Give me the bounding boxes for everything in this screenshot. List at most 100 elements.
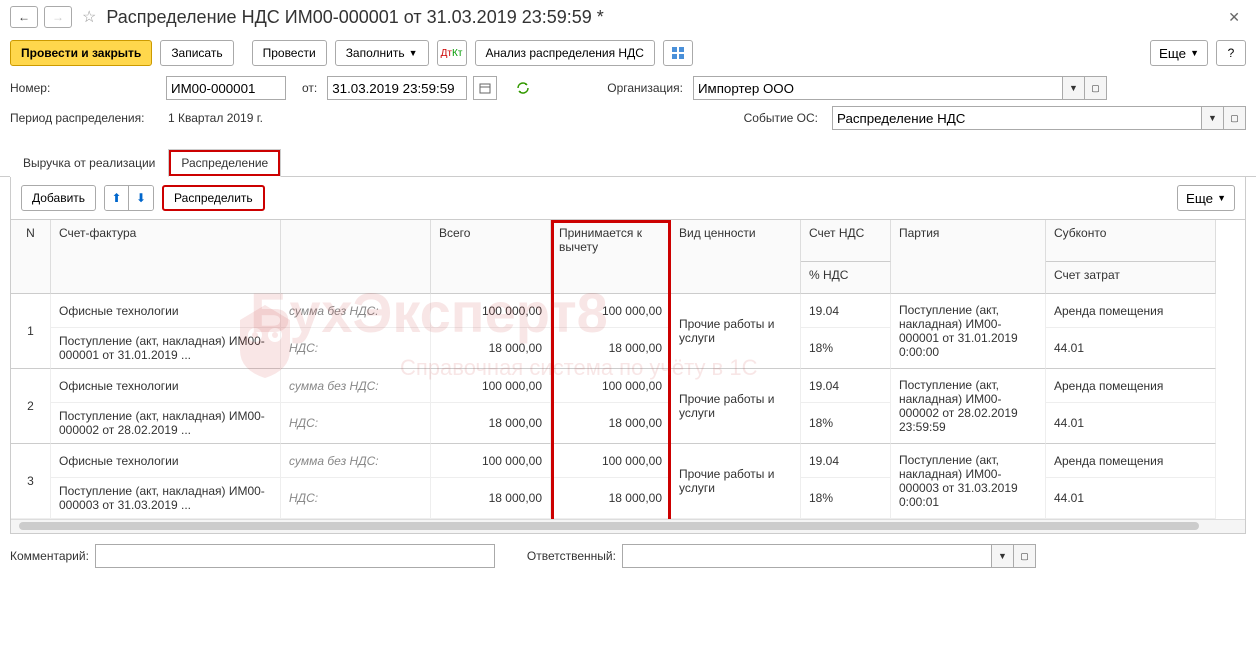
cell-vendor: Офисные технологии [51, 444, 281, 478]
dtkt-button[interactable]: ДтКт [437, 40, 467, 66]
period-value: 1 Квартал 2019 г. [166, 111, 263, 125]
period-label: Период распределения: [10, 111, 160, 125]
col-blank [281, 220, 431, 294]
cell-ded-sum: 100 000,00 [551, 369, 671, 403]
cell-total-vat: 18 000,00 [431, 478, 551, 519]
fill-button[interactable]: Заполнить ▼ [335, 40, 429, 66]
number-input[interactable] [166, 76, 286, 100]
add-button[interactable]: Добавить [21, 185, 96, 211]
help-button[interactable]: ? [1216, 40, 1246, 66]
org-open-icon[interactable]: ▢ [1085, 76, 1107, 100]
cell-vat-account: 19.04 [801, 444, 891, 478]
col-n[interactable]: N [11, 220, 51, 294]
cell-vat-account: 19.04 [801, 369, 891, 403]
horizontal-scrollbar[interactable] [11, 519, 1245, 533]
number-label: Номер: [10, 81, 160, 95]
responsible-dropdown-icon[interactable]: ▼ [992, 544, 1014, 568]
favorite-star-icon[interactable]: ☆ [82, 7, 96, 27]
cell-cost-account: 44.01 [1046, 478, 1216, 519]
distribute-button[interactable]: Распределить [162, 185, 265, 211]
cell-n: 1 [11, 294, 51, 369]
cell-vendor: Офисные технологии [51, 294, 281, 328]
org-input[interactable] [693, 76, 1063, 100]
cell-vat-label: НДС: [281, 403, 431, 444]
cell-total-sum: 100 000,00 [431, 444, 551, 478]
cell-vat-label: НДС: [281, 478, 431, 519]
cell-batch: Поступление (акт, накладная) ИМ00-000002… [891, 369, 1046, 444]
col-subconto[interactable]: Субконто [1046, 220, 1216, 262]
cell-ded-vat: 18 000,00 [551, 328, 671, 369]
cell-vat-pct: 18% [801, 328, 891, 369]
sync-icon[interactable] [511, 76, 535, 100]
cell-ded-vat: 18 000,00 [551, 403, 671, 444]
move-up-icon[interactable]: ⬆ [105, 186, 129, 210]
more-button[interactable]: Еще ▼ [1150, 40, 1208, 66]
cell-cost-account: 44.01 [1046, 328, 1216, 369]
cell-total-vat: 18 000,00 [431, 328, 551, 369]
tab-distribution[interactable]: Распределение [168, 149, 281, 177]
submit-button[interactable]: Провести [252, 40, 327, 66]
cell-sum-label: сумма без НДС: [281, 369, 431, 403]
cell-vat-pct: 18% [801, 403, 891, 444]
col-value-type[interactable]: Вид ценности [671, 220, 801, 294]
cell-receipt: Поступление (акт, накладная) ИМ00-000001… [51, 328, 281, 369]
cell-receipt: Поступление (акт, накладная) ИМ00-000002… [51, 403, 281, 444]
table-row[interactable]: 3 Офисные технологии сумма без НДС: 100 … [11, 444, 1245, 519]
cell-vat-account: 19.04 [801, 294, 891, 328]
from-label: от: [302, 81, 317, 95]
org-label: Организация: [607, 81, 683, 95]
event-dropdown-icon[interactable]: ▼ [1202, 106, 1224, 130]
cell-vendor: Офисные технологии [51, 369, 281, 403]
nav-back-button[interactable]: ← [10, 6, 38, 28]
cell-receipt: Поступление (акт, накладная) ИМ00-000003… [51, 478, 281, 519]
responsible-open-icon[interactable]: ▢ [1014, 544, 1036, 568]
save-button[interactable]: Записать [160, 40, 233, 66]
col-batch[interactable]: Партия [891, 220, 1046, 294]
table-row[interactable]: 1 Офисные технологии сумма без НДС: 100 … [11, 294, 1245, 369]
event-input[interactable] [832, 106, 1202, 130]
cell-batch: Поступление (акт, накладная) ИМ00-000003… [891, 444, 1046, 519]
cell-sum-label: сумма без НДС: [281, 294, 431, 328]
cell-value-type: Прочие работы и услуги [671, 294, 801, 369]
table-row[interactable]: 2 Офисные технологии сумма без НДС: 100 … [11, 369, 1245, 444]
cell-n: 3 [11, 444, 51, 519]
responsible-label: Ответственный: [527, 549, 616, 563]
org-dropdown-icon[interactable]: ▼ [1063, 76, 1085, 100]
date-input[interactable] [327, 76, 467, 100]
col-total[interactable]: Всего [431, 220, 551, 294]
col-vat-account[interactable]: Счет НДС [801, 220, 891, 262]
calendar-icon[interactable] [473, 76, 497, 100]
cell-subconto: Аренда помещения [1046, 444, 1216, 478]
comment-label: Комментарий: [10, 549, 89, 563]
cell-ded-vat: 18 000,00 [551, 478, 671, 519]
move-down-icon[interactable]: ⬇ [129, 186, 153, 210]
page-title: Распределение НДС ИМ00-000001 от 31.03.2… [106, 7, 1216, 28]
structure-button[interactable] [663, 40, 693, 66]
event-label: Событие ОС: [744, 111, 818, 125]
col-deductible[interactable]: Принимается к вычету [551, 220, 671, 294]
col-invoice[interactable]: Счет-фактура [51, 220, 281, 294]
vat-analysis-button[interactable]: Анализ распределения НДС [475, 40, 655, 66]
tab-more-button[interactable]: Еще ▼ [1177, 185, 1235, 211]
close-icon[interactable]: ✕ [1222, 9, 1246, 26]
cell-ded-sum: 100 000,00 [551, 444, 671, 478]
responsible-input[interactable] [622, 544, 992, 568]
cell-value-type: Прочие работы и услуги [671, 369, 801, 444]
cell-cost-account: 44.01 [1046, 403, 1216, 444]
cell-subconto: Аренда помещения [1046, 369, 1216, 403]
nav-forward-button[interactable]: → [44, 6, 72, 28]
cell-value-type: Прочие работы и услуги [671, 444, 801, 519]
col-cost-account[interactable]: Счет затрат [1046, 262, 1216, 294]
col-vat-pct[interactable]: % НДС [801, 262, 891, 294]
comment-input[interactable] [95, 544, 495, 568]
cell-total-vat: 18 000,00 [431, 403, 551, 444]
cell-subconto: Аренда помещения [1046, 294, 1216, 328]
distribution-table: N Счет-фактура Всего Принимается к вычет… [10, 220, 1246, 534]
submit-close-button[interactable]: Провести и закрыть [10, 40, 152, 66]
cell-total-sum: 100 000,00 [431, 294, 551, 328]
tab-revenue[interactable]: Выручка от реализации [10, 149, 168, 177]
cell-total-sum: 100 000,00 [431, 369, 551, 403]
cell-n: 2 [11, 369, 51, 444]
cell-ded-sum: 100 000,00 [551, 294, 671, 328]
event-open-icon[interactable]: ▢ [1224, 106, 1246, 130]
